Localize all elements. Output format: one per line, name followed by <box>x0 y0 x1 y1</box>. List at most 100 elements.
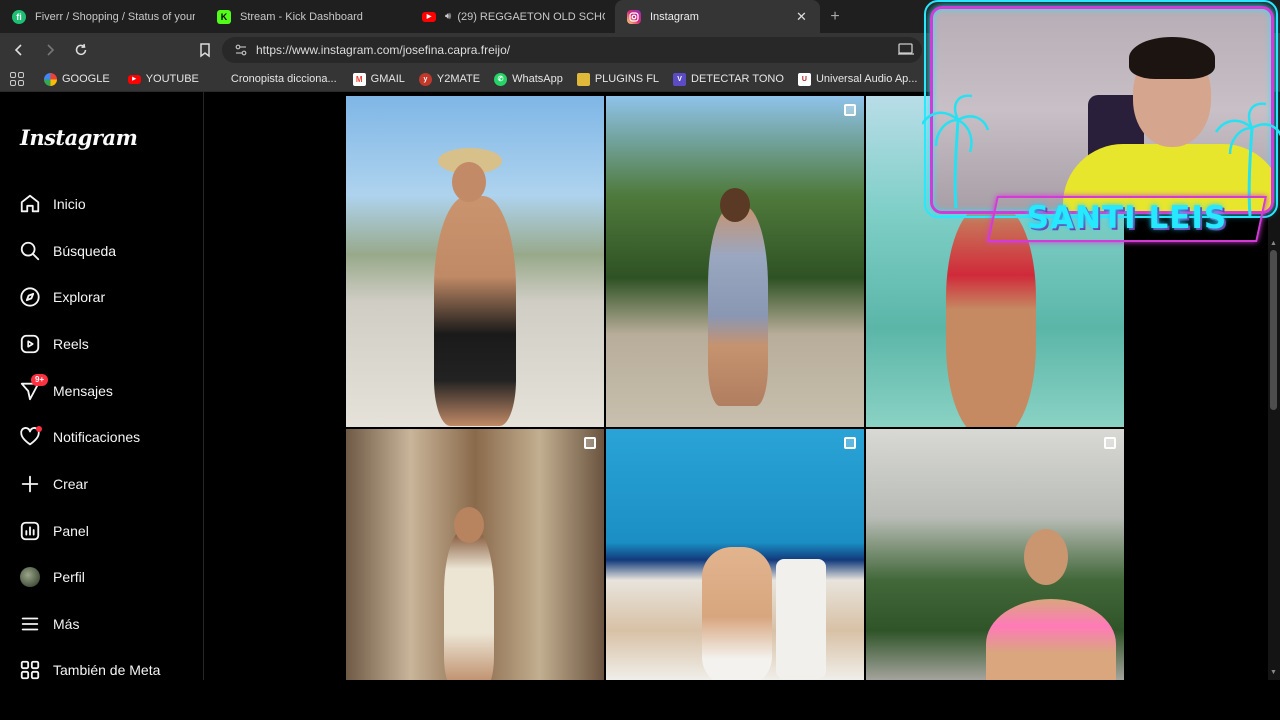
messenger-icon: 9+ <box>19 374 49 402</box>
nav-perfil[interactable]: Perfil <box>0 557 203 597</box>
carousel-icon <box>1104 437 1116 449</box>
scroll-down-icon[interactable]: ▼ <box>1270 669 1278 677</box>
bookmark-label: GOOGLE <box>62 73 110 85</box>
google-icon <box>44 72 57 86</box>
detectar-tono-icon: V <box>673 72 687 86</box>
instagram-sidebar: Instagram Inicio Búsqueda Explorar Reels… <box>0 92 204 680</box>
bookmark-gmail[interactable]: M GMAIL <box>352 68 405 90</box>
nav-mas[interactable]: Más <box>0 604 203 644</box>
notification-dot <box>36 426 42 432</box>
bookmark-label: GMAIL <box>370 73 405 85</box>
bookmark-google[interactable]: GOOGLE <box>44 68 110 90</box>
nav-label: Panel <box>53 523 89 539</box>
nav-crear[interactable]: Crear <box>0 464 203 504</box>
post-thumbnail[interactable] <box>606 96 864 427</box>
scrollbar-thumb[interactable] <box>1270 250 1277 410</box>
bookmark-label: Universal Audio Ap... <box>815 73 918 85</box>
carousel-icon <box>844 104 856 116</box>
compass-icon <box>19 286 41 308</box>
reload-button[interactable] <box>68 38 93 63</box>
nav-inicio[interactable]: Inicio <box>0 184 203 224</box>
instagram-logo[interactable]: Instagram <box>20 125 138 150</box>
nav-label: Mensajes <box>53 383 113 399</box>
bookmark-whatsapp[interactable]: ✆ WhatsApp <box>494 68 563 90</box>
nav-label: Más <box>53 616 80 632</box>
fiverr-icon: fi <box>12 9 26 24</box>
tab-title: (29) REGGAETON OLD SCHOOL V <box>457 10 605 23</box>
plus-icon <box>19 473 41 495</box>
dashboard-icon <box>19 520 41 542</box>
tab-title: Stream - Kick Dashboard <box>240 10 363 23</box>
youtube-icon: ▶ <box>127 74 141 84</box>
tab-fiverr[interactable]: fi Fiverr / Shopping / Status of your or… <box>0 0 205 33</box>
palm-tree-icon <box>922 94 990 209</box>
nav-label: Explorar <box>53 289 106 305</box>
bookmark-label: WhatsApp <box>512 73 563 85</box>
nav-label: Búsqueda <box>53 243 117 259</box>
new-tab-button[interactable]: + <box>820 0 850 33</box>
streamer-name-tag: SANTI LEIS <box>1026 200 1228 236</box>
unread-badge: 9+ <box>31 374 49 386</box>
tab-instagram[interactable]: Instagram ✕ <box>615 0 820 33</box>
forward-button[interactable] <box>37 38 62 63</box>
post-thumbnail[interactable] <box>866 429 1124 680</box>
nav-tambien-de-meta[interactable]: También de Meta <box>0 650 203 680</box>
arrow-right-icon <box>46 44 54 56</box>
nav-label: Notificaciones <box>53 429 141 445</box>
instagram-icon <box>627 9 641 24</box>
heart-icon <box>19 426 42 448</box>
nav-explorar[interactable]: Explorar <box>0 277 203 317</box>
bookmark-detectar-tono[interactable]: V DETECTAR TONO <box>673 68 784 90</box>
whatsapp-icon: ✆ <box>494 72 508 86</box>
carousel-icon <box>844 437 856 449</box>
search-icon <box>19 240 41 262</box>
nav-label: Inicio <box>53 196 86 212</box>
post-thumbnail[interactable] <box>346 96 604 427</box>
url-text: https://www.instagram.com/josefina.capra… <box>256 43 511 57</box>
bookmark-label: DETECTAR TONO <box>691 73 784 85</box>
bookmark-label: YOUTUBE <box>145 73 199 85</box>
kick-icon: K <box>217 9 231 24</box>
nav-label: Reels <box>53 336 89 352</box>
address-bar[interactable]: https://www.instagram.com/josefina.capra… <box>222 37 922 63</box>
meta-apps-icon <box>19 659 41 680</box>
back-button[interactable] <box>6 38 31 63</box>
reload-icon <box>75 43 86 56</box>
nav-label: También de Meta <box>53 662 161 678</box>
bookmark-y2mate[interactable]: y Y2MATE <box>418 68 481 90</box>
bookmark-youtube[interactable]: ▶ YOUTUBE <box>127 68 199 90</box>
close-tab-icon[interactable]: ✕ <box>796 9 810 25</box>
bookmark-cronopista[interactable]: Cronopista dicciona... <box>231 68 337 90</box>
bookmark-plugins-fl[interactable]: PLUGINS FL <box>576 68 659 90</box>
arrow-left-icon <box>14 44 22 56</box>
apps-icon[interactable] <box>10 72 24 86</box>
bookmark-label: Y2MATE <box>436 73 481 85</box>
tab-kick[interactable]: K Stream - Kick Dashboard <box>205 0 410 33</box>
reels-icon <box>19 333 41 355</box>
nav-panel[interactable]: Panel <box>0 511 203 551</box>
home-icon <box>19 193 41 215</box>
universal-audio-icon: U <box>797 72 811 86</box>
bookmark-label: Cronopista dicciona... <box>230 73 337 85</box>
nav-notificaciones[interactable]: Notificaciones <box>0 417 203 457</box>
nav-mensajes[interactable]: 9+ Mensajes <box>0 371 203 411</box>
speaker-icon[interactable]: 🔊︎ <box>445 11 451 22</box>
cast-icon[interactable] <box>897 42 915 56</box>
y2mate-icon: y <box>418 72 432 86</box>
bookmark-icon[interactable] <box>195 40 215 60</box>
bookmark-universal-audio[interactable]: U Universal Audio Ap... <box>797 68 918 90</box>
webcam-overlay: SANTI LEIS <box>922 0 1280 250</box>
post-thumbnail[interactable] <box>606 429 864 680</box>
post-thumbnail[interactable] <box>346 429 604 680</box>
youtube-icon: ▶ <box>422 11 436 22</box>
tab-youtube[interactable]: ▶ 🔊︎ (29) REGGAETON OLD SCHOOL V <box>410 0 615 33</box>
nav-busqueda[interactable]: Búsqueda <box>0 231 203 271</box>
tab-title: Instagram <box>650 10 699 23</box>
folder-icon <box>576 72 590 86</box>
carousel-icon <box>584 437 596 449</box>
bottom-letterbox <box>0 680 1280 720</box>
avatar <box>19 566 41 588</box>
site-settings-icon[interactable] <box>234 43 248 57</box>
nav-label: Perfil <box>53 569 85 585</box>
nav-reels[interactable]: Reels <box>0 324 203 364</box>
